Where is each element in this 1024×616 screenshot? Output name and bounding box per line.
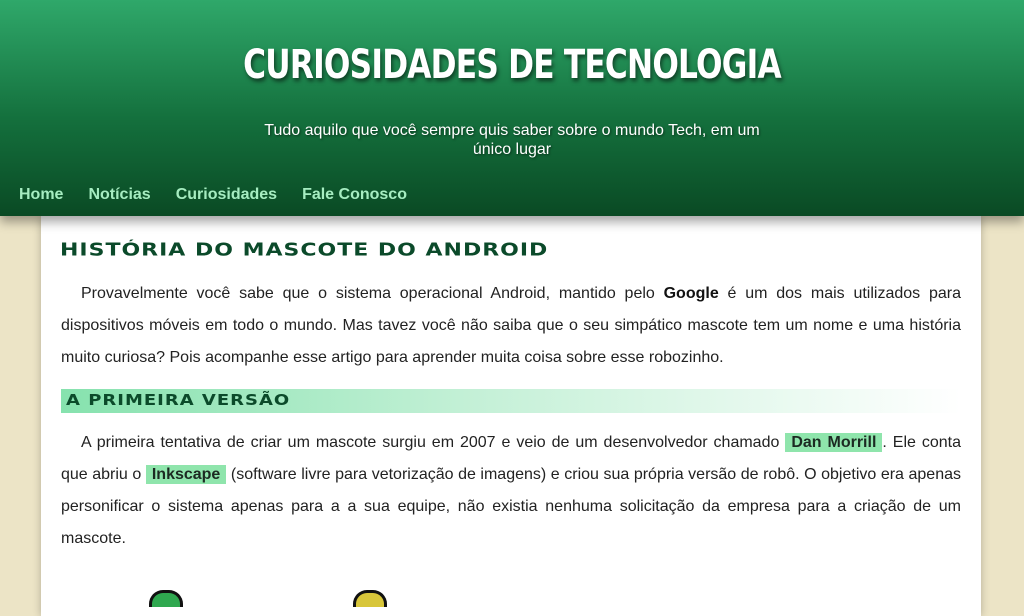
android-robot-image	[149, 590, 183, 607]
site-title: CURIOSIDADES DE TECNOLOGIA	[243, 42, 781, 88]
intro-text-1: Provavelmente você sabe que o sistema op…	[81, 285, 664, 302]
nav-item-home[interactable]: Home	[19, 186, 63, 204]
article-title: História do Mascote do Android	[60, 240, 549, 261]
section-title: A primeira versão	[66, 391, 291, 410]
intro-paragraph: Provavelmente você sabe que o sistema op…	[61, 278, 961, 374]
article-content: História do Mascote do Android Provavelm…	[41, 216, 981, 616]
nav-item-fale-conosco[interactable]: Fale Conosco	[302, 186, 407, 204]
site-subtitle: Tudo aquilo que você sempre quis saber s…	[264, 122, 760, 158]
nav-item-curiosidades[interactable]: Curiosidades	[176, 186, 277, 204]
nav-item-noticias[interactable]: Notícias	[88, 186, 150, 204]
section-text-1: A primeira tentativa de criar um mascote…	[81, 434, 786, 451]
main-nav: Home Notícias Curiosidades Fale Conosco	[19, 186, 407, 204]
intro-bold-google: Google	[663, 285, 719, 302]
android-robot-image	[353, 590, 387, 607]
highlight-dan-morrill: Dan Morrill	[785, 433, 883, 452]
highlight-inkscape: Inkscape	[145, 465, 227, 484]
site-header: CURIOSIDADES DE TECNOLOGIA Tudo aquilo q…	[0, 0, 1024, 216]
section-title-bar: A primeira versão	[61, 389, 961, 413]
section-paragraph: A primeira tentativa de criar um mascote…	[61, 427, 961, 555]
